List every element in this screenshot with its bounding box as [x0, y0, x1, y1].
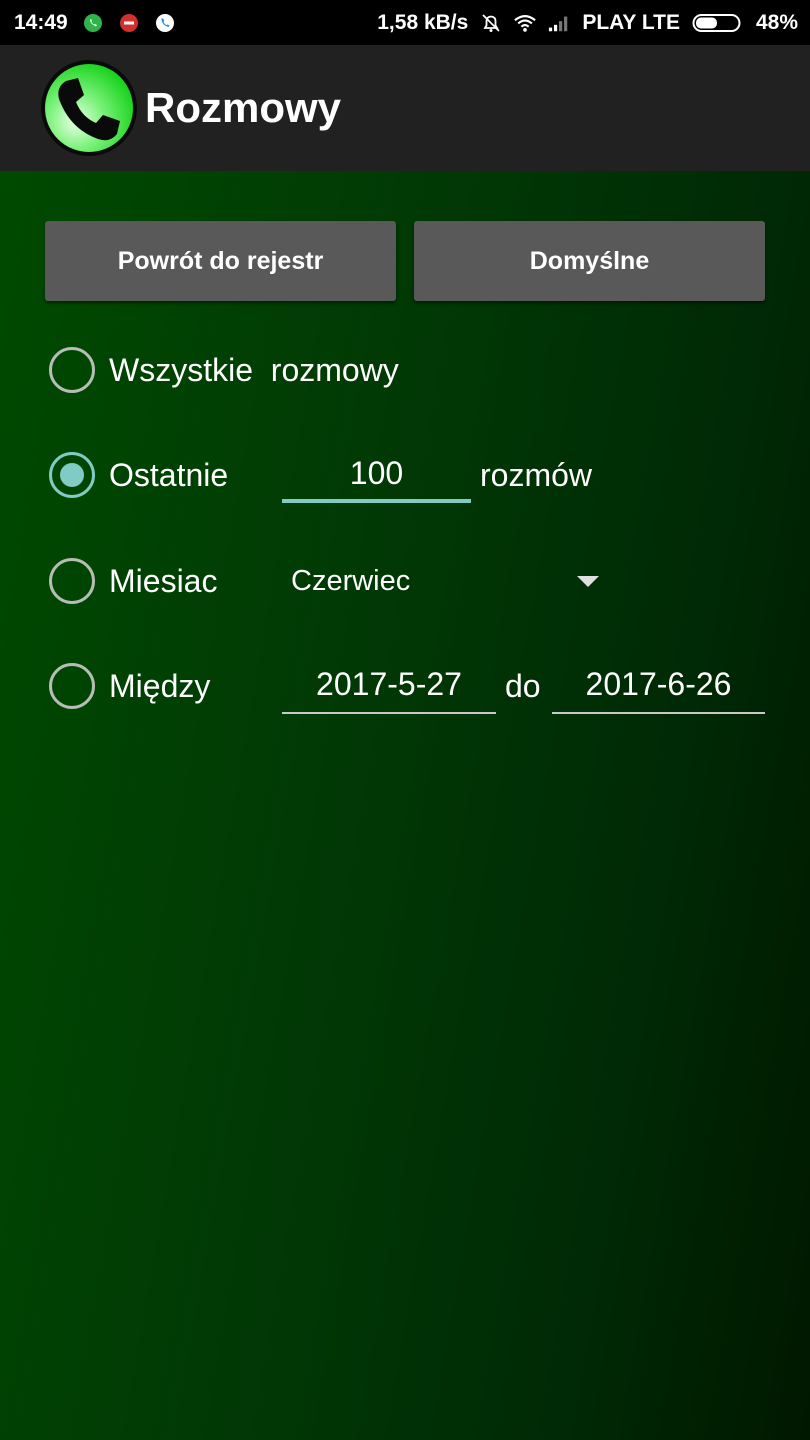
phone-logo-icon	[41, 60, 137, 156]
option-between: Między 2017-5-27 do 2017-6-26	[0, 656, 810, 716]
radio-checked-dot	[60, 463, 84, 487]
month-spinner-value: Czerwiec	[291, 565, 411, 597]
app-bar: Rozmowy	[0, 45, 810, 171]
last-calls-suffix: rozmów	[480, 457, 593, 493]
status-bar-left: 14:49	[14, 0, 176, 45]
radio-all-calls[interactable]	[49, 347, 95, 393]
clock: 14:49	[14, 10, 68, 34]
defaults-button[interactable]: Domyślne	[414, 221, 765, 301]
option-all-calls-label: Wszystkie rozmowy	[109, 352, 399, 388]
phone-call-icon	[155, 13, 174, 32]
date-from-field[interactable]: 2017-5-27	[282, 656, 496, 714]
back-to-log-button[interactable]: Powrót do rejestr	[45, 221, 396, 301]
option-between-label: Między	[109, 668, 211, 704]
battery-icon	[692, 13, 741, 32]
month-spinner[interactable]: Czerwiec	[282, 551, 612, 611]
carrier-name: PLAY LTE	[582, 10, 680, 34]
radio-between[interactable]	[49, 663, 95, 709]
date-separator: do	[505, 668, 541, 704]
option-month-label: Miesiac	[109, 563, 218, 599]
whatsapp-icon	[83, 13, 102, 32]
network-speed: 1,58 kB/s	[377, 10, 469, 34]
status-bar: 14:49 1,58 kB/s PLAY LTE 48%	[0, 0, 810, 45]
option-month: Miesiac Czerwiec	[0, 551, 810, 611]
no-entry-icon	[119, 13, 138, 32]
page-title: Rozmowy	[145, 84, 342, 131]
main-content: Powrót do rejestr Domyślne Wszystkie roz…	[0, 171, 810, 1440]
battery-percent: 48%	[755, 10, 798, 34]
date-to-field[interactable]: 2017-6-26	[552, 656, 765, 714]
option-last-calls-label: Ostatnie	[109, 457, 229, 493]
alarm-off-icon	[482, 13, 500, 32]
radio-last-calls[interactable]	[49, 452, 95, 498]
dropdown-arrow-icon	[577, 576, 599, 587]
radio-month[interactable]	[49, 558, 95, 604]
signal-icon	[549, 16, 568, 31]
wifi-icon	[514, 14, 537, 32]
status-bar-right: 1,58 kB/s PLAY LTE 48%	[377, 0, 798, 45]
last-calls-count-input[interactable]: 100	[282, 445, 471, 503]
option-last-calls: Ostatnie 100 rozmów	[0, 445, 810, 505]
option-all-calls[interactable]: Wszystkie rozmowy	[0, 340, 810, 400]
